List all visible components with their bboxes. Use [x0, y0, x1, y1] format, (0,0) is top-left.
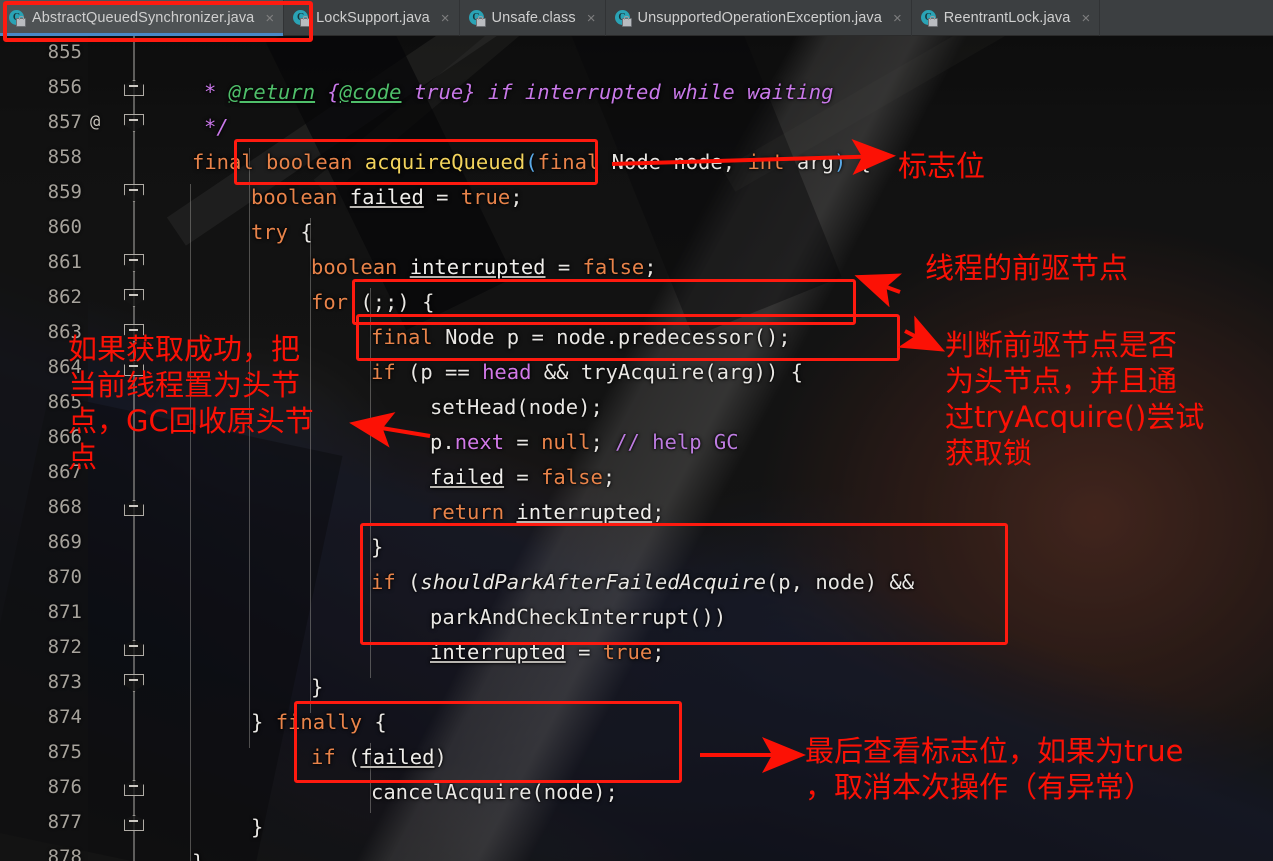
- tab-label: Unsafe.class: [491, 10, 576, 26]
- java-class-file-icon: C: [614, 9, 632, 27]
- code-line-856: */: [204, 115, 229, 139]
- code-line-866: failed = false;: [430, 465, 616, 489]
- tab-reentrantlock[interactable]: C ReentrantLock.java ×: [912, 0, 1101, 36]
- code-line-857: final boolean acquireQueued(final Node n…: [192, 150, 871, 174]
- close-icon[interactable]: ×: [893, 11, 902, 26]
- code-line-875: cancelAcquire(node);: [371, 780, 618, 804]
- editor-window: C AbstractQueuedSynchronizer.java × C Lo…: [0, 0, 1273, 861]
- tab-unsafe-class[interactable]: C Unsafe.class ×: [460, 0, 606, 36]
- close-icon[interactable]: ×: [265, 11, 274, 26]
- code-line-860: boolean interrupted = false;: [311, 255, 657, 279]
- code-line-855: * @return {@code true} if interrupted wh…: [204, 80, 834, 104]
- code-line-870: parkAndCheckInterrupt()): [430, 605, 727, 629]
- code-line-859: try {: [251, 220, 313, 244]
- java-class-file-icon: C: [468, 9, 486, 27]
- java-class-file-icon: C: [293, 9, 311, 27]
- tab-unsupportedoperationexception[interactable]: C UnsupportedOperationException.java ×: [606, 0, 912, 36]
- code-line-869: if (shouldParkAfterFailedAcquire(p, node…: [371, 570, 915, 594]
- code-line-876: }: [251, 815, 264, 839]
- code-line-858: boolean failed = true;: [251, 185, 523, 209]
- close-icon[interactable]: ×: [1081, 11, 1090, 26]
- tab-locksupport[interactable]: C LockSupport.java ×: [284, 0, 460, 36]
- java-class-file-icon: C: [9, 9, 26, 27]
- code-line-863: if (p == head && tryAcquire(arg)) {: [371, 360, 803, 384]
- code-line-877: }: [192, 850, 204, 861]
- code-line-864: setHead(node);: [430, 395, 603, 419]
- close-icon[interactable]: ×: [441, 11, 450, 26]
- code-editor-area[interactable]: 855 856 857 858 859 860 861 862 863 864 …: [0, 36, 1273, 861]
- java-class-file-icon: C: [920, 9, 938, 27]
- code-line-867: return interrupted;: [430, 500, 665, 524]
- code-line-861: for (;;) {: [311, 290, 435, 314]
- code-line-865: p.next = null; // help GC: [430, 430, 739, 454]
- code-line-862: final Node p = node.predecessor();: [371, 325, 791, 349]
- tab-abstractqueuedsynchronizer[interactable]: C AbstractQueuedSynchronizer.java ×: [0, 0, 285, 36]
- code-line-868: }: [371, 535, 384, 559]
- tab-label: LockSupport.java: [316, 10, 430, 26]
- code-line-871: interrupted = true;: [430, 640, 665, 664]
- code-line-873: } finally {: [251, 710, 387, 734]
- code-line-874: if (failed): [311, 745, 447, 769]
- tab-label: AbstractQueuedSynchronizer.java: [32, 10, 255, 26]
- editor-tab-bar: C AbstractQueuedSynchronizer.java × C Lo…: [0, 0, 1273, 36]
- tab-label: ReentrantLock.java: [943, 10, 1071, 26]
- code-line-872: }: [311, 675, 324, 699]
- code-text[interactable]: * @return {@code true} if interrupted wh…: [0, 36, 1273, 861]
- tab-label: UnsupportedOperationException.java: [637, 10, 882, 26]
- close-icon[interactable]: ×: [587, 11, 596, 26]
